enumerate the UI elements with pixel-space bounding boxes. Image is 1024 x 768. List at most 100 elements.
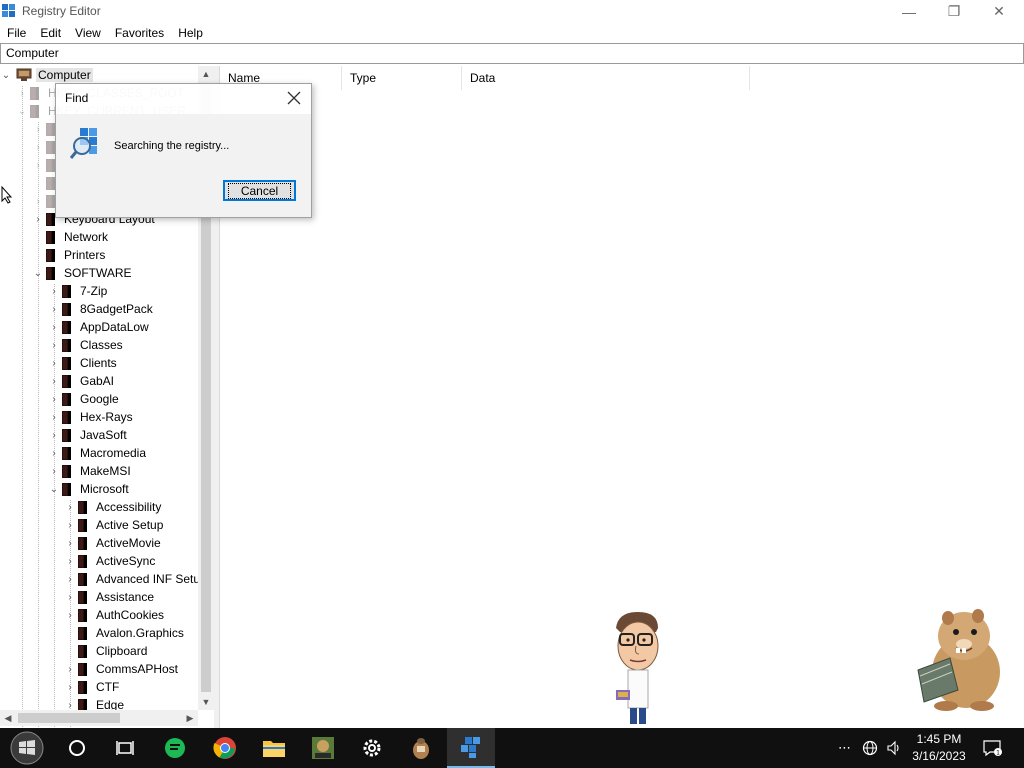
tree-node-clipboard[interactable]: Clipboard <box>64 642 149 660</box>
tree-node-classes[interactable]: › Classes <box>48 336 125 354</box>
close-icon: ✕ <box>993 3 1005 19</box>
menu-edit[interactable]: Edit <box>33 26 68 40</box>
tree-node-appdatalow[interactable]: › AppDataLow <box>48 318 151 336</box>
scroll-right-icon[interactable]: ▶ <box>182 710 198 726</box>
chevron-right-icon[interactable]: › <box>48 336 60 354</box>
chevron-right-icon[interactable]: › <box>32 192 44 210</box>
tree-node-authcookies[interactable]: › AuthCookies <box>64 606 166 624</box>
tree-label: Advanced INF Setu <box>96 572 201 586</box>
file-explorer-button[interactable] <box>250 728 298 768</box>
chevron-right-icon[interactable]: › <box>48 318 60 336</box>
column-type[interactable]: Type <box>342 66 462 90</box>
network-button[interactable] <box>862 728 878 768</box>
taskbar-clock[interactable]: 1:45 PM 3/16/2023 <box>900 731 978 765</box>
tree-node-hex-rays[interactable]: › Hex-Rays <box>48 408 135 426</box>
chevron-down-icon[interactable]: ⌄ <box>32 264 44 282</box>
tree-node-ctf[interactable]: › CTF <box>64 678 121 696</box>
tree-node-accessibility[interactable]: › Accessibility <box>64 498 163 516</box>
chevron-right-icon[interactable]: › <box>32 120 44 138</box>
chevron-right-icon[interactable]: › <box>48 426 60 444</box>
chevron-right-icon[interactable]: › <box>64 498 76 516</box>
address-bar[interactable]: Computer <box>0 43 1024 64</box>
tree-node-computer[interactable]: ⌄ Computer <box>0 66 93 84</box>
cancel-button[interactable]: Cancel <box>223 180 296 201</box>
settings-button[interactable] <box>348 728 396 768</box>
folder-icon <box>62 374 71 388</box>
tree-node-google[interactable]: › Google <box>48 390 121 408</box>
tree-node-printers[interactable]: Printers <box>32 246 107 264</box>
green-app-button[interactable] <box>151 728 199 768</box>
chevron-right-icon[interactable]: › <box>48 462 60 480</box>
chevron-right-icon[interactable]: › <box>32 210 44 228</box>
chevron-right-icon[interactable]: › <box>48 444 60 462</box>
tree-node-active-setup[interactable]: › Active Setup <box>64 516 165 534</box>
chevron-right-icon[interactable]: › <box>32 138 44 156</box>
tree-node-clients[interactable]: › Clients <box>48 354 119 372</box>
chrome-button[interactable] <box>201 728 249 768</box>
action-center-button[interactable]: 1 <box>982 728 1002 768</box>
column-data[interactable]: Data <box>462 66 750 90</box>
values-list[interactable]: Name Type Data <box>220 66 1024 728</box>
tree-node-activemovie[interactable]: › ActiveMovie <box>64 534 163 552</box>
maximize-button[interactable]: ❐ <box>931 0 977 23</box>
menu-view[interactable]: View <box>68 26 108 40</box>
tree-node-network[interactable]: Network <box>32 228 110 246</box>
tree-node-makemsi[interactable]: › MakeMSI <box>48 462 133 480</box>
chevron-down-icon[interactable]: ⌄ <box>48 480 60 498</box>
chevron-right-icon[interactable]: › <box>64 660 76 678</box>
scroll-up-icon[interactable]: ▲ <box>198 66 214 82</box>
chevron-right-icon[interactable]: › <box>48 300 60 318</box>
chevron-right-icon[interactable]: › <box>64 606 76 624</box>
tree-node-javasoft[interactable]: › JavaSoft <box>48 426 129 444</box>
menu-favorites[interactable]: Favorites <box>108 26 171 40</box>
tree-horizontal-scrollbar[interactable]: ◀ ▶ <box>0 710 198 726</box>
tree-node-microsoft[interactable]: ⌄ Microsoft <box>48 480 131 498</box>
regedit-taskbar-button[interactable] <box>447 728 495 768</box>
tree-node-8gadgetpack[interactable]: › 8GadgetPack <box>48 300 155 318</box>
tree-node-7-zip[interactable]: › 7-Zip <box>48 282 109 300</box>
menu-help[interactable]: Help <box>171 26 210 40</box>
chevron-down-icon[interactable]: ⌄ <box>16 102 28 120</box>
folder-icon <box>78 662 87 676</box>
chevron-right-icon[interactable]: › <box>64 678 76 696</box>
task-view-button[interactable] <box>101 728 149 768</box>
chevron-down-icon[interactable]: ⌄ <box>0 66 12 84</box>
folder-icon <box>62 338 71 352</box>
tray-overflow-button[interactable]: ⋯ <box>838 728 851 768</box>
chevron-right-icon[interactable]: › <box>48 390 60 408</box>
chevron-right-icon[interactable]: › <box>16 84 28 102</box>
title-bar: Registry Editor — ❐ ✕ <box>0 0 1024 23</box>
folder-icon <box>62 428 71 442</box>
chevron-right-icon[interactable]: › <box>48 354 60 372</box>
start-button[interactable] <box>3 728 51 768</box>
chevron-right-icon[interactable]: › <box>32 156 44 174</box>
chevron-right-icon[interactable]: › <box>64 516 76 534</box>
chevron-right-icon[interactable]: › <box>64 552 76 570</box>
close-icon[interactable] <box>287 91 301 105</box>
tree-node-assistance[interactable]: › Assistance <box>64 588 156 606</box>
chevron-right-icon[interactable]: › <box>64 570 76 588</box>
cortana-button[interactable] <box>53 728 101 768</box>
tree-node-macromedia[interactable]: › Macromedia <box>48 444 148 462</box>
close-button[interactable]: ✕ <box>976 0 1022 23</box>
tree-node-commsaphost[interactable]: › CommsAPHost <box>64 660 180 678</box>
bag-app-button[interactable] <box>397 728 445 768</box>
minimize-button[interactable]: — <box>886 0 932 23</box>
chevron-right-icon[interactable]: › <box>48 282 60 300</box>
chevron-right-icon[interactable]: › <box>48 408 60 426</box>
tree-label: Hex-Rays <box>80 410 133 424</box>
menu-file[interactable]: File <box>0 26 33 40</box>
tree-node-advanced-inf-setu[interactable]: › Advanced INF Setu <box>64 570 202 588</box>
tree-node-software[interactable]: ⌄ SOFTWARE <box>32 264 134 282</box>
tree-node-avalon-graphics[interactable]: Avalon.Graphics <box>64 624 186 642</box>
scroll-down-icon[interactable]: ▼ <box>198 694 214 710</box>
scroll-thumb[interactable] <box>18 713 120 723</box>
game-app-button[interactable] <box>299 728 347 768</box>
chevron-right-icon[interactable]: › <box>64 588 76 606</box>
scroll-left-icon[interactable]: ◀ <box>0 710 16 726</box>
tree-node-gabai[interactable]: › GabAI <box>48 372 116 390</box>
chevron-right-icon[interactable]: › <box>48 372 60 390</box>
tree-node-activesync[interactable]: › ActiveSync <box>64 552 157 570</box>
folder-icon <box>78 572 87 586</box>
chevron-right-icon[interactable]: › <box>64 534 76 552</box>
